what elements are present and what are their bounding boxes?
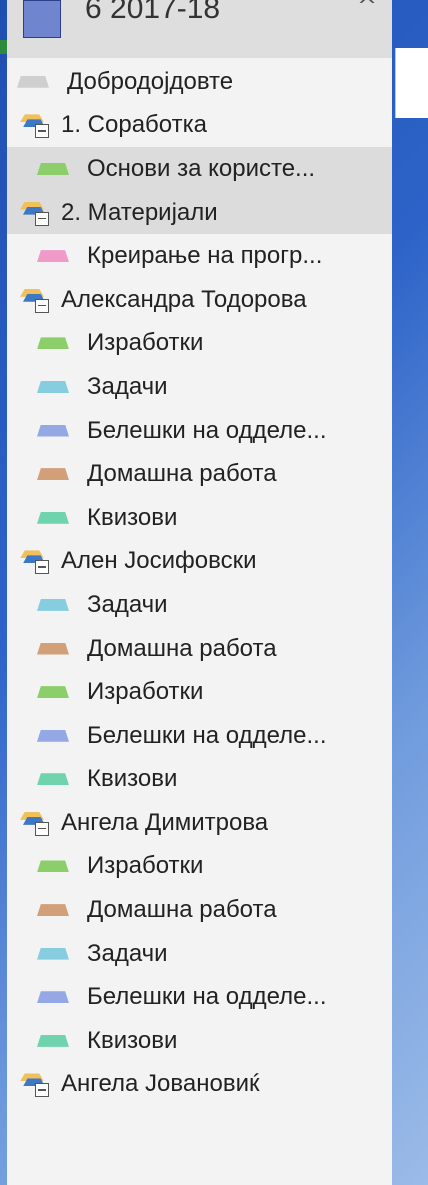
section-tab-icon [37,1034,69,1047]
section-row[interactable]: Изработки [7,670,392,714]
section-label: Домашна работа [87,460,277,488]
section-row[interactable]: Белешки на одделе... [7,975,392,1019]
section-label: Изработки [87,329,204,357]
section-label: Задачи [87,590,168,618]
section-label: Задачи [87,372,168,400]
section-label: Изработки [87,852,204,880]
section-tab-icon [37,686,69,699]
section-group-icon [17,285,51,315]
section-row[interactable]: Домашна работа [7,888,392,932]
notebook-header[interactable]: 6 2017-18 ^ [7,0,392,58]
section-group-icon [17,198,51,228]
section-group-row[interactable]: Ангела Димитрова [7,801,392,845]
section-group-row[interactable]: Александра Тодорова [7,278,392,322]
section-group-icon [17,1069,51,1099]
section-label: Белешки на одделе... [87,721,327,749]
section-row[interactable]: Квизови [7,758,392,802]
section-tab-icon [37,642,69,655]
section-label: Изработки [87,678,204,706]
section-row[interactable]: Изработки [7,322,392,366]
section-tab-icon [37,337,69,350]
section-label: Добродојдовте [67,67,234,95]
section-row[interactable]: Белешки на одделе... [7,409,392,453]
section-row[interactable]: Задачи [7,932,392,976]
section-group-icon [17,110,51,140]
section-tab-icon [37,162,69,175]
section-row[interactable]: Изработки [7,845,392,889]
section-row[interactable]: Домашна работа [7,627,392,671]
section-label: Белешки на одделе... [87,416,327,444]
chevron-up-icon[interactable]: ^ [357,0,377,20]
section-group-row[interactable]: Ален Јосифовски [7,540,392,584]
section-row[interactable]: Задачи [7,583,392,627]
section-tab-icon [37,424,69,437]
notebook-title[interactable]: 6 2017-18 [85,0,220,26]
section-group-label: Александра Тодорова [61,285,307,313]
section-group-row[interactable]: Ангела Јовановиќ [7,1063,392,1107]
section-label: Задачи [87,939,168,967]
section-tab-icon [37,991,69,1004]
section-tab-icon [37,860,69,873]
section-row[interactable]: Квизови [7,1019,392,1063]
section-row[interactable]: Креирање на прогр... [7,234,392,278]
section-tab-icon [37,729,69,742]
section-tab-icon [37,380,69,393]
section-row[interactable]: Квизови [7,496,392,540]
section-group-icon [17,546,51,576]
section-label: Квизови [87,1026,178,1054]
section-group-icon [17,808,51,838]
section-label: Белешки на одделе... [87,983,327,1011]
section-label: Креирање на прогр... [87,242,323,270]
section-tab-icon [37,598,69,611]
section-tab-icon [37,904,69,917]
section-label: Квизови [87,503,178,531]
section-tab-icon [37,947,69,960]
section-group-label: 1. Соработка [61,111,207,139]
section-tab-icon [37,773,69,786]
section-group-row[interactable]: 2. Материјали [7,190,392,235]
section-group-label: Ален Јосифовски [61,547,257,575]
section-label: Домашна работа [87,896,277,924]
page-area-edge [395,48,428,118]
section-row[interactable]: Домашна работа [7,452,392,496]
section-list: Добродојдовте 1. Соработка Основи за корис… [7,60,392,1106]
section-label: Квизови [87,765,178,793]
section-row[interactable]: Добродојдовте [7,60,392,104]
window-edge-marker [0,40,7,54]
section-row[interactable]: Задачи [7,365,392,409]
section-group-label: Ангела Јовановиќ [61,1070,260,1098]
notebook-icon [23,0,61,38]
section-group-row[interactable]: 1. Соработка [7,104,392,148]
section-group-label: Ангела Димитрова [61,808,269,836]
section-tab-icon [17,75,49,88]
section-group-label: 2. Материјали [61,198,218,226]
section-tab-icon [37,511,69,524]
section-tab-icon [37,468,69,481]
section-label: Основи за користе... [87,154,316,182]
section-tab-icon [37,250,69,263]
section-row[interactable]: Основи за користе... [7,147,392,191]
section-label: Домашна работа [87,634,277,662]
section-row[interactable]: Белешки на одделе... [7,714,392,758]
